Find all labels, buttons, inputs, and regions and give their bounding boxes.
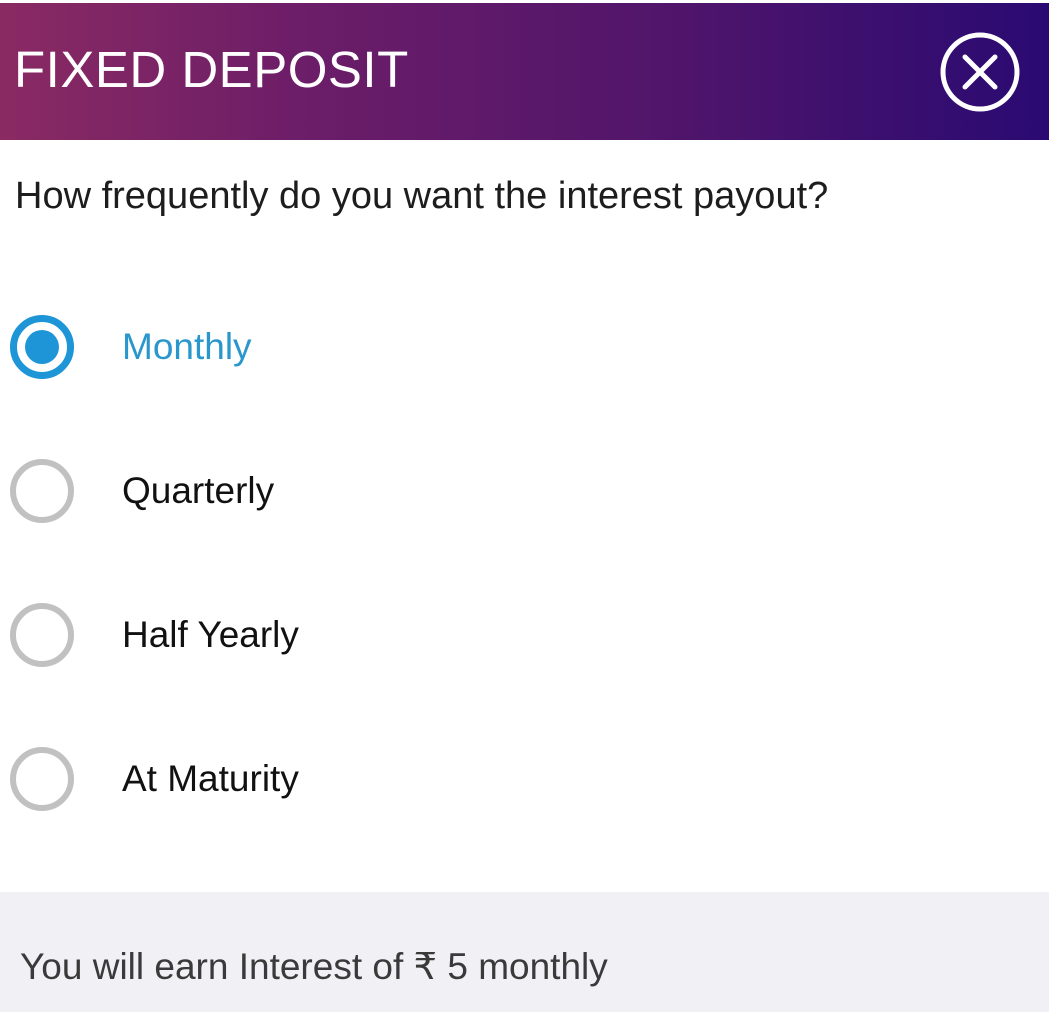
option-monthly[interactable]: Monthly: [0, 292, 1049, 402]
option-at-maturity[interactable]: At Maturity: [0, 724, 1049, 834]
option-label-monthly: Monthly: [122, 326, 252, 367]
option-quarterly[interactable]: Quarterly: [0, 436, 1049, 546]
option-label-half-yearly: Half Yearly: [122, 614, 299, 655]
payout-question: How frequently do you want the interest …: [15, 175, 829, 217]
interest-summary-bar: You will earn Interest of ₹ 5 monthly: [0, 892, 1049, 1012]
option-label-at-maturity: At Maturity: [122, 758, 299, 799]
radio-monthly[interactable]: [10, 315, 74, 379]
option-half-yearly[interactable]: Half Yearly: [0, 580, 1049, 690]
radio-quarterly[interactable]: [10, 459, 74, 523]
option-label-quarterly: Quarterly: [122, 470, 275, 511]
modal-title: FIXED DEPOSIT: [14, 41, 409, 98]
interest-summary-text: You will earn Interest of ₹ 5 monthly: [20, 946, 608, 987]
close-circle-icon: [940, 32, 1020, 112]
radio-selected-dot: [25, 330, 59, 364]
close-button[interactable]: [938, 30, 1022, 114]
radio-at-maturity[interactable]: [10, 747, 74, 811]
radio-half-yearly[interactable]: [10, 603, 74, 667]
modal-header: FIXED DEPOSIT: [0, 0, 1049, 140]
